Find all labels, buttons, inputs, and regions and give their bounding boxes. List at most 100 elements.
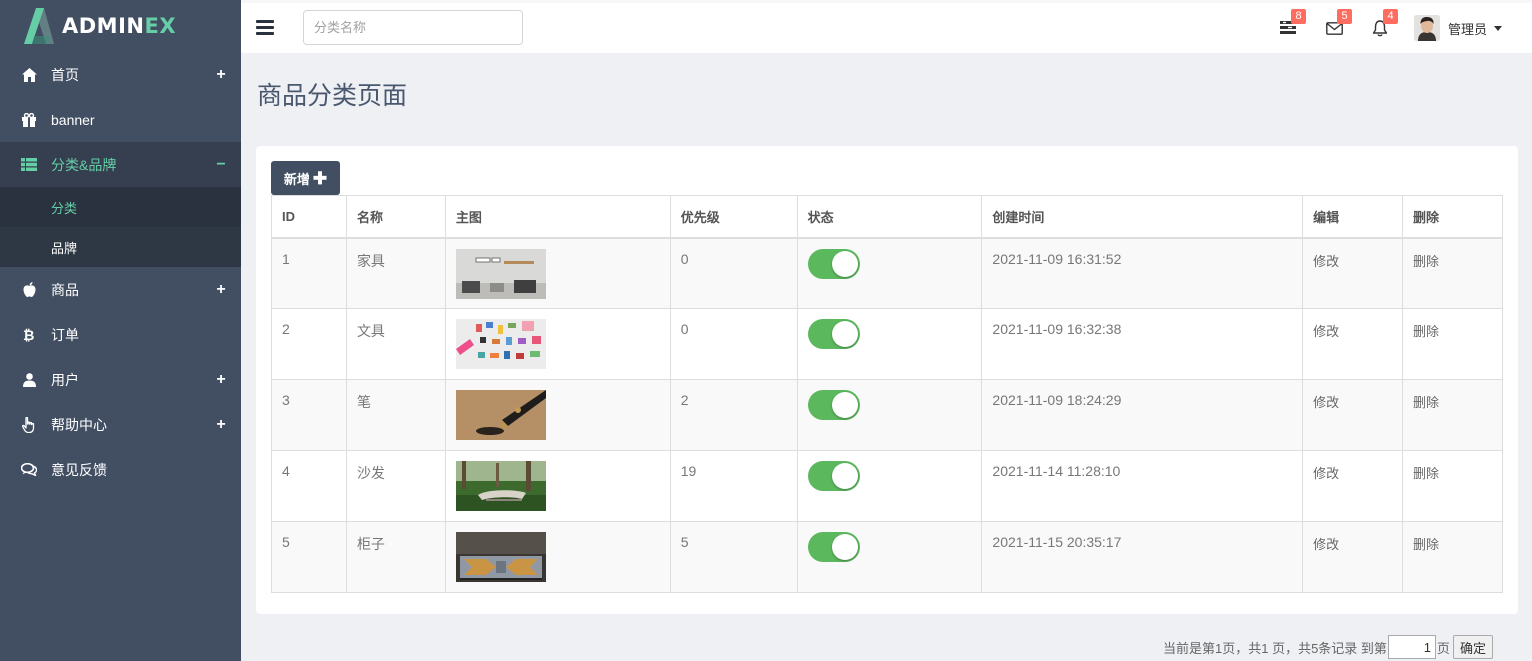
table-row: 2 文具 0 2021-11-09 16:32:38 修改 删除 (271, 308, 1503, 380)
expand-plus-icon: + (216, 280, 226, 298)
cabinet-photo (455, 532, 546, 582)
brand-logo[interactable]: ADMINEX (0, 0, 241, 52)
status-toggle[interactable] (807, 319, 860, 349)
column-header: 优先级 (669, 195, 798, 239)
expand-plus-icon: + (216, 65, 226, 83)
cell-id: 3 (271, 379, 347, 451)
category-panel: 新增 ✚ ID 名称 主图 优先级 状态 创建时间 编辑 删除 1 家具 0 2… (256, 146, 1518, 614)
table-list-icon (20, 156, 38, 174)
adminex-logo-icon (24, 8, 54, 44)
page-number-input[interactable] (1387, 635, 1436, 659)
cell-name: 家具 (345, 237, 446, 309)
cell-priority: 0 (669, 308, 798, 380)
column-header: 删除 (1402, 195, 1503, 239)
cell-id: 5 (271, 521, 347, 593)
delete-link[interactable]: 删除 (1413, 537, 1439, 552)
top-header: 8 5 4 管理员 (241, 0, 1532, 53)
user-name: 管理员 (1448, 21, 1488, 37)
cell-name: 柜子 (345, 521, 446, 593)
edit-link[interactable]: 修改 (1313, 537, 1339, 552)
sidebar-item-orders[interactable]: ₿ 订单 (0, 312, 241, 357)
status-toggle[interactable] (807, 390, 860, 420)
user-menu[interactable]: 管理员 (1414, 13, 1503, 43)
tasks-badge: 8 (1291, 9, 1306, 24)
mail-button[interactable]: 5 (1326, 9, 1352, 39)
edit-link[interactable]: 修改 (1313, 254, 1339, 269)
add-button[interactable]: 新增 ✚ (271, 161, 340, 195)
sidebar-item-home[interactable]: 首页 + (0, 52, 241, 97)
cell-id: 2 (271, 308, 347, 380)
page-title: 商品分类页面 (257, 82, 408, 110)
pagination-suffix: 页 (1436, 640, 1450, 656)
home-icon (20, 66, 38, 84)
stationery-photo (455, 319, 546, 369)
edit-link[interactable]: 修改 (1313, 466, 1339, 481)
bitcoin-icon: ₿ (20, 326, 38, 344)
sidebar-item-products[interactable]: 商品 + (0, 267, 241, 312)
comments-icon (20, 461, 38, 479)
cell-id: 4 (271, 450, 347, 522)
sidebar-item-users[interactable]: 用户 + (0, 357, 241, 402)
sidebar-item-banner[interactable]: banner (0, 97, 241, 142)
delete-link[interactable]: 删除 (1413, 395, 1439, 410)
sidebar-item-category-brand[interactable]: 分类&品牌 − (0, 142, 241, 187)
collapse-minus-icon: − (216, 155, 226, 173)
caret-down-icon (1494, 25, 1503, 31)
menu-toggle-icon[interactable] (256, 20, 274, 35)
cell-priority: 0 (669, 237, 798, 309)
cell-created: 2021-11-09 16:31:52 (981, 237, 1304, 309)
status-toggle[interactable] (807, 532, 860, 562)
status-toggle[interactable] (807, 461, 860, 491)
notifications-badge: 4 (1383, 9, 1398, 24)
svg-text:₿: ₿ (23, 328, 34, 342)
expand-plus-icon: + (216, 415, 226, 433)
cell-name: 文具 (345, 308, 446, 380)
cell-priority: 5 (669, 521, 798, 593)
column-header: 主图 (444, 195, 671, 239)
confirm-page-button[interactable]: 确定 (1452, 635, 1493, 659)
column-header: ID (271, 195, 347, 239)
plus-icon: ✚ (312, 168, 328, 188)
table-header-row: ID 名称 主图 优先级 状态 创建时间 编辑 删除 (271, 195, 1503, 239)
tasks-button[interactable]: 8 (1280, 9, 1306, 39)
gift-icon (20, 111, 38, 129)
column-header: 编辑 (1302, 195, 1404, 239)
avatar (1414, 15, 1440, 41)
table-row: 4 沙发 19 2021-11-14 11:28:10 修改 删除 (271, 450, 1503, 522)
delete-link[interactable]: 删除 (1413, 254, 1439, 269)
column-header: 名称 (345, 195, 446, 239)
notifications-button[interactable]: 4 (1372, 9, 1398, 39)
cell-created: 2021-11-09 16:32:38 (981, 308, 1304, 380)
column-header: 创建时间 (981, 195, 1304, 239)
brand-name: ADMINEX (62, 14, 177, 38)
sidebar: ADMINEX 首页 + banner 分类&品牌 − 分类 品牌 商品 + ₿… (0, 0, 241, 661)
pen-photo (455, 390, 546, 440)
cell-name: 笔 (345, 379, 446, 451)
sidebar-item-feedback[interactable]: 意见反馈 (0, 447, 241, 492)
delete-link[interactable]: 删除 (1413, 466, 1439, 481)
apple-icon (20, 281, 38, 299)
cell-created: 2021-11-15 20:35:17 (981, 521, 1304, 593)
user-icon (20, 371, 38, 389)
table-row: 5 柜子 5 2021-11-15 20:35:17 修改 删除 (271, 521, 1503, 593)
search-input[interactable] (303, 10, 523, 45)
hand-pointer-icon (20, 416, 38, 434)
delete-link[interactable]: 删除 (1413, 324, 1439, 339)
sidebar-nav: 首页 + banner 分类&品牌 − 分类 品牌 商品 + ₿ 订单 用户 +… (0, 52, 241, 492)
edit-link[interactable]: 修改 (1313, 324, 1339, 339)
sidebar-subitem-category[interactable]: 分类 (0, 187, 241, 227)
cell-created: 2021-11-09 18:24:29 (981, 379, 1304, 451)
pagination-summary: 当前是第1页，共1 页，共5条记录 到第 (1163, 640, 1387, 656)
status-toggle[interactable] (807, 248, 860, 279)
edit-link[interactable]: 修改 (1313, 395, 1339, 410)
expand-plus-icon: + (216, 370, 226, 388)
sidebar-subitem-brand[interactable]: 品牌 (0, 227, 241, 267)
cell-priority: 2 (669, 379, 798, 451)
sidebar-item-help-center[interactable]: 帮助中心 + (0, 402, 241, 447)
table-row: 3 笔 2 2021-11-09 18:24:29 修改 删除 (271, 379, 1503, 451)
cell-priority: 19 (669, 450, 798, 522)
column-header: 状态 (796, 195, 983, 239)
mail-badge: 5 (1337, 9, 1352, 24)
pagination: 当前是第1页，共1 页，共5条记录 到第 页 确定 (1163, 634, 1493, 660)
category-table: ID 名称 主图 优先级 状态 创建时间 编辑 删除 1 家具 0 2021-1… (271, 195, 1503, 593)
